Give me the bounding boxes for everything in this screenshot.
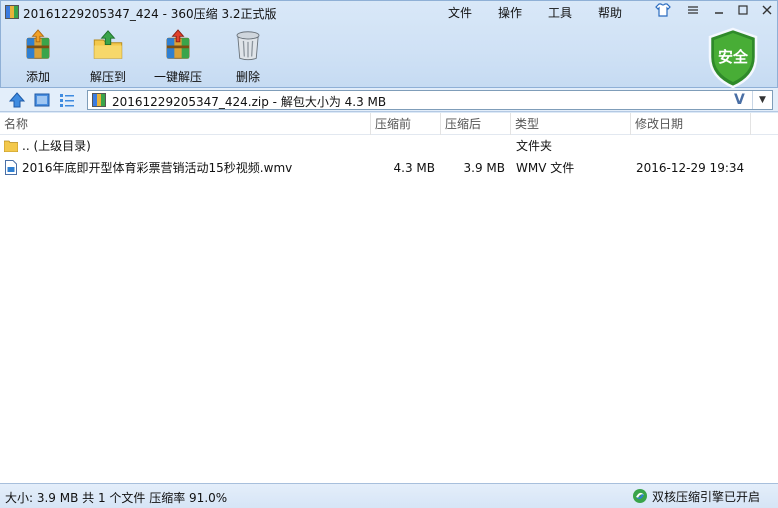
skin-shirt-icon[interactable] <box>651 1 675 19</box>
menu-tools[interactable]: 工具 <box>548 4 572 21</box>
menu-file[interactable]: 文件 <box>448 4 472 21</box>
delete-button[interactable]: 删除 <box>218 25 278 85</box>
minimize-icon[interactable] <box>707 1 731 19</box>
item-name: .. (上级目录) <box>22 139 91 153</box>
item-size-before: 4.3 MB <box>393 161 435 175</box>
menu-operation[interactable]: 操作 <box>498 4 522 21</box>
folder-icon <box>4 140 18 152</box>
list-header: 名称 压缩前 压缩后 类型 修改日期 <box>0 113 778 135</box>
column-name[interactable]: 名称 <box>0 113 371 135</box>
status-bar: 大小: 3.9 MB 共 1 个文件 压缩率 91.0% 双核压缩引擎已开启 <box>0 483 778 508</box>
security-badge-text: 安全 <box>717 48 748 66</box>
one-click-extract-label: 一键解压 <box>153 70 202 84</box>
app-icon <box>5 5 19 19</box>
add-button[interactable]: 添加 <box>8 25 68 85</box>
dual-core-engine-icon <box>633 489 647 503</box>
extract-to-label: 解压到 <box>89 70 126 84</box>
title-bar: 20161229205347_424 - 360压缩 3.2正式版 文件 操作 … <box>1 1 778 23</box>
delete-label: 删除 <box>235 70 260 84</box>
list-item-parent-directory[interactable]: .. (上级目录) 文件夹 <box>0 135 778 157</box>
item-size-after: 3.9 MB <box>463 161 505 175</box>
list-item-file[interactable]: 2016年底即开型体育彩票营销活动15秒视频.wmv 4.3 MB 3.9 MB… <box>0 157 778 179</box>
column-size-before[interactable]: 压缩前 <box>371 113 441 135</box>
menu-dropdown-icon[interactable] <box>681 1 705 19</box>
video-file-icon <box>5 160 17 175</box>
window-title: 20161229205347_424 - 360压缩 3.2正式版 <box>23 7 277 21</box>
thumbnail-view-icon[interactable] <box>34 92 50 108</box>
list-view-icon[interactable] <box>59 92 75 108</box>
menu-help[interactable]: 帮助 <box>598 4 622 21</box>
window-chrome: 20161229205347_424 - 360压缩 3.2正式版 文件 操作 … <box>0 0 778 89</box>
item-type: 文件夹 <box>516 139 553 153</box>
column-modified-date[interactable]: 修改日期 <box>631 113 751 135</box>
up-arrow-icon[interactable] <box>9 92 25 108</box>
column-type[interactable]: 类型 <box>511 113 631 135</box>
trash-can-icon <box>236 31 260 61</box>
maximize-icon[interactable] <box>731 1 755 19</box>
status-summary: 大小: 3.9 MB 共 1 个文件 压缩率 91.0% <box>5 491 228 505</box>
dual-core-engine-indicator[interactable]: 双核压缩引擎已开启 <box>632 487 760 505</box>
item-name: 2016年底即开型体育彩票营销活动15秒视频.wmv <box>22 161 293 175</box>
file-list: 名称 压缩前 压缩后 类型 修改日期 .. (上级目录) 文件夹 2016年底即… <box>0 113 778 483</box>
dual-core-engine-text: 双核压缩引擎已开启 <box>652 489 761 504</box>
item-type: WMV 文件 <box>516 161 575 175</box>
address-field[interactable]: 20161229205347_424.zip - 解包大小为 4.3 MB V … <box>87 90 773 110</box>
address-path: 20161229205347_424.zip - 解包大小为 4.3 MB <box>112 95 387 109</box>
extract-to-button[interactable]: 解压到 <box>78 25 138 85</box>
column-size-after[interactable]: 压缩后 <box>441 113 511 135</box>
close-icon[interactable] <box>755 1 778 19</box>
address-v-button[interactable]: V <box>734 92 745 108</box>
one-click-extract-icon <box>166 29 190 59</box>
one-click-extract-button[interactable]: 一键解压 <box>148 25 208 85</box>
add-label: 添加 <box>25 70 50 84</box>
add-archive-icon <box>26 29 50 59</box>
address-dropdown-icon[interactable]: ▼ <box>752 91 772 109</box>
address-bar-row: 20161229205347_424.zip - 解包大小为 4.3 MB V … <box>0 88 778 112</box>
extract-folder-icon <box>93 30 123 59</box>
zip-file-icon <box>92 93 106 107</box>
item-modified-date: 2016-12-29 19:34 <box>636 161 745 175</box>
